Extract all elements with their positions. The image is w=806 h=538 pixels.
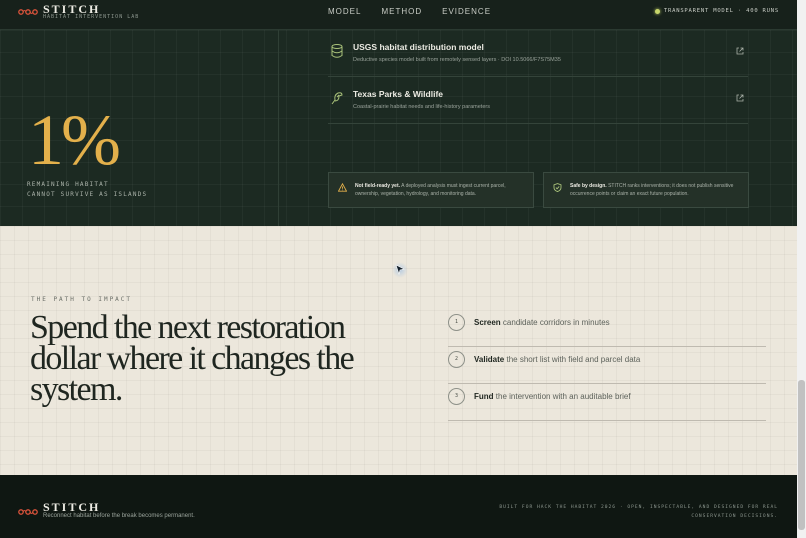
note-text: Safe by design. STITCH ranks interventio… [570, 182, 742, 198]
stat-caption-line1: REMAINING HABITAT [27, 181, 109, 188]
source-title: Texas Parks & Wildlife [353, 89, 443, 99]
footer-tagline: Reconnect habitat before the break becom… [43, 513, 195, 519]
nav-link-method[interactable]: METHOD [381, 7, 422, 16]
top-nav: STITCH HABITAT INTERVENTION LAB MODEL ME… [0, 0, 797, 30]
bird-icon [331, 92, 343, 105]
step-verb: Screen [474, 318, 501, 327]
nav-link-evidence[interactable]: EVIDENCE [442, 7, 491, 16]
step-number: 3 [448, 388, 465, 405]
footer: STITCH Reconnect habitat before the brea… [0, 475, 797, 538]
impact-section: THE PATH TO IMPACT Spend the next restor… [0, 226, 797, 475]
step-verb: Fund [474, 392, 494, 401]
stat-value: 1% [28, 100, 121, 180]
step-rest: the intervention with an auditable brief [495, 392, 631, 401]
source-item-usgs[interactable]: USGS habitat distribution model Deductiv… [328, 30, 748, 77]
step-number: 2 [448, 351, 465, 368]
step-item-validate: 2 Validate the short list with field and… [448, 347, 766, 384]
external-link-icon[interactable] [736, 94, 744, 102]
nav-links: MODEL METHOD EVIDENCE [328, 7, 491, 16]
stitch-logo-icon[interactable] [18, 7, 38, 17]
section-divider [278, 30, 279, 226]
mouse-cursor-icon [392, 262, 408, 278]
warning-icon [338, 183, 347, 192]
stitch-logo-icon [18, 509, 38, 515]
step-rest: the short list with field and parcel dat… [506, 355, 641, 364]
stat-caption-line2: CANNOT SURVIVE AS ISLANDS [27, 191, 148, 198]
step-item-screen: 1 Screen candidate corridors in minutes [448, 310, 766, 347]
status-dot-icon [654, 8, 660, 14]
step-item-fund: 3 Fund the intervention with an auditabl… [448, 384, 766, 421]
source-item-tpwd[interactable]: Texas Parks & Wildlife Coastal-prairie h… [328, 77, 748, 124]
note-not-field-ready: Not field-ready yet. A deployed analysis… [328, 172, 534, 208]
note-title: Safe by design. [570, 183, 607, 189]
impact-headline: Spend the next restoration dollar where … [30, 309, 355, 408]
scrollbar-thumb[interactable] [798, 380, 805, 530]
step-number: 1 [448, 314, 465, 331]
shield-icon [553, 183, 562, 192]
source-title: USGS habitat distribution model [353, 42, 484, 52]
note-safe-by-design: Safe by design. STITCH ranks interventio… [543, 172, 749, 208]
brand-subtitle: HABITAT INTERVENTION LAB [43, 14, 140, 20]
external-link-icon[interactable] [736, 47, 744, 55]
evidence-section: 1% REMAINING HABITAT CANNOT SURVIVE AS I… [0, 30, 797, 226]
step-rest: candidate corridors in minutes [502, 318, 610, 327]
step-text: Screen candidate corridors in minutes [474, 318, 610, 327]
note-title: Not field-ready yet. [355, 183, 401, 189]
step-text: Fund the intervention with an auditable … [474, 392, 631, 401]
impact-eyebrow: THE PATH TO IMPACT [31, 296, 133, 303]
source-description: Coastal-prairie habitat needs and life-h… [353, 104, 490, 110]
nav-link-model[interactable]: MODEL [328, 7, 361, 16]
step-text: Validate the short list with field and p… [474, 355, 640, 364]
note-text: Not field-ready yet. A deployed analysis… [355, 182, 527, 198]
page-scrollbar[interactable] [797, 0, 806, 538]
source-description: Deductive species model built from remot… [353, 57, 561, 63]
step-verb: Validate [474, 355, 505, 364]
database-icon [331, 44, 343, 58]
status-text: TRANSPARENT MODEL · 400 RUNS [663, 8, 779, 14]
model-status: TRANSPARENT MODEL · 400 RUNS [654, 8, 779, 14]
stat-caption: REMAINING HABITAT CANNOT SURVIVE AS ISLA… [27, 180, 147, 200]
footer-credit: BUILT FOR HACK THE HABITAT 2026 · OPEN, … [499, 505, 778, 519]
